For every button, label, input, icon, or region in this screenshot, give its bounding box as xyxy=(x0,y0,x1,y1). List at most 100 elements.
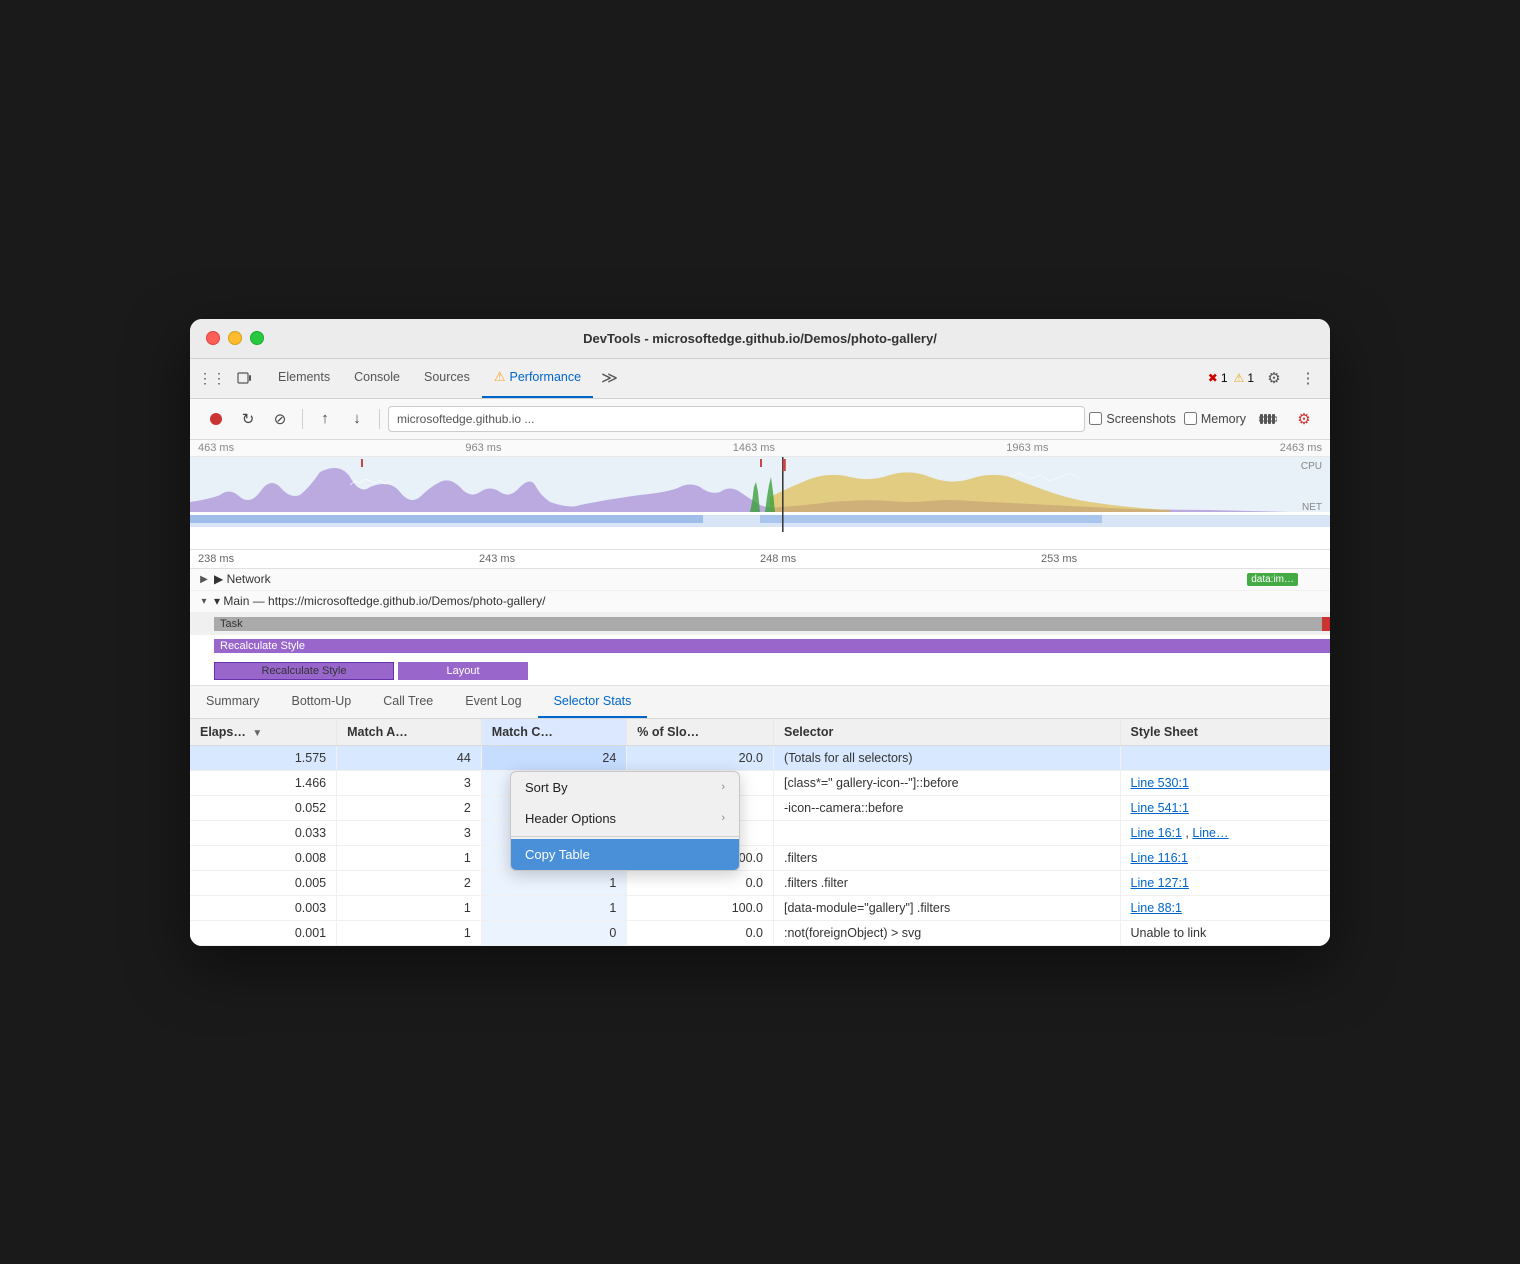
tab-sources[interactable]: Sources xyxy=(412,359,482,398)
separator xyxy=(302,409,303,429)
main-label: ▾ Main — https://microsoftedge.github.io… xyxy=(214,594,546,608)
table-container: Elaps… ▼ Match A… Match C… % of Slo… xyxy=(190,719,1330,946)
ruler-mark-1: 463 ms xyxy=(198,442,234,454)
reload-button[interactable]: ↻ xyxy=(234,405,262,433)
tab-bottom-up[interactable]: Bottom-Up xyxy=(275,686,367,718)
cell-selector xyxy=(774,820,1121,845)
timeline-area: 463 ms 963 ms 1463 ms 1963 ms 2463 ms xyxy=(190,440,1330,550)
ms-mark-4: 253 ms xyxy=(1041,553,1077,565)
data-img-badge: data:im… xyxy=(1247,573,1298,586)
bottom-tabs: Summary Bottom-Up Call Tree Event Log Se… xyxy=(190,686,1330,719)
header-match-c[interactable]: Match C… xyxy=(481,719,627,746)
device-icon[interactable] xyxy=(230,364,258,392)
title-bar: DevTools - microsoftedge.github.io/Demos… xyxy=(190,319,1330,359)
ms-mark-3: 248 ms xyxy=(760,553,796,565)
separator2 xyxy=(379,409,380,429)
upload-button[interactable]: ↑ xyxy=(311,405,339,433)
flame-chart: ▶ ▶ Network data:im… ▾ ▾ Main — https://… xyxy=(190,569,1330,686)
header-selector[interactable]: Selector xyxy=(774,719,1121,746)
memory-checkbox[interactable]: Memory xyxy=(1184,412,1246,426)
inner-bars-row: Recalculate Style Layout xyxy=(190,657,1330,685)
cell-match-c: 1 xyxy=(481,870,627,895)
record-button[interactable] xyxy=(202,405,230,433)
tab-bar-left: ⋮⋮ xyxy=(198,364,258,392)
table-row[interactable]: 0.052 2 -icon--camera::before Line 541:1 xyxy=(190,795,1330,820)
header-match-a[interactable]: Match A… xyxy=(337,719,482,746)
table-row[interactable]: 1.575 44 24 20.0 (Totals for all selecto… xyxy=(190,745,1330,770)
tab-call-tree[interactable]: Call Tree xyxy=(367,686,449,718)
table-row[interactable]: 0.001 1 0 0.0 :not(foreignObject) > svg … xyxy=(190,920,1330,945)
tab-performance[interactable]: ⚠ Performance xyxy=(482,359,593,398)
tab-console[interactable]: Console xyxy=(342,359,412,398)
table-row[interactable]: 1.466 3 [class*=" gallery-icon--"]::befo… xyxy=(190,770,1330,795)
cell-match-a: 2 xyxy=(337,870,482,895)
cell-stylesheet: Unable to link xyxy=(1120,920,1330,945)
download-button[interactable]: ↓ xyxy=(343,405,371,433)
cell-selector: .filters xyxy=(774,845,1121,870)
network-expand-icon[interactable]: ▶ xyxy=(198,573,210,585)
tab-more-button[interactable]: ≫ xyxy=(593,359,626,398)
table-row[interactable]: 0.005 2 1 0.0 .filters .filter Line 127:… xyxy=(190,870,1330,895)
cell-selector: (Totals for all selectors) xyxy=(774,745,1121,770)
inner-layout-bar: Layout xyxy=(398,662,528,680)
header-pct[interactable]: % of Slo… xyxy=(627,719,774,746)
minimize-button[interactable] xyxy=(228,331,242,345)
clear-button[interactable]: ⊘ xyxy=(266,405,294,433)
cell-stylesheet: Line 541:1 xyxy=(1120,795,1330,820)
context-menu: Sort By › Header Options › Copy Table xyxy=(510,771,740,871)
selector-stats-table: Elaps… ▼ Match A… Match C… % of Slo… xyxy=(190,719,1330,946)
table-row[interactable]: 0.003 1 1 100.0 [data-module="gallery"] … xyxy=(190,895,1330,920)
cell-stylesheet xyxy=(1120,745,1330,770)
task-bar-overflow xyxy=(1322,617,1330,631)
main-expand-icon[interactable]: ▾ xyxy=(198,595,210,607)
table-row[interactable]: 0.008 1 1 100.0 .filters Line 116:1 xyxy=(190,845,1330,870)
recalc-style-row: Recalculate Style xyxy=(190,635,1330,657)
traffic-lights xyxy=(206,331,264,345)
table-row[interactable]: 0.033 3 Line 16:1 , Line… xyxy=(190,820,1330,845)
cell-match-a: 2 xyxy=(337,795,482,820)
tab-summary[interactable]: Summary xyxy=(190,686,275,718)
cell-stylesheet: Line 16:1 , Line… xyxy=(1120,820,1330,845)
cell-match-c: 1 xyxy=(481,895,627,920)
inspect-icon[interactable]: ⋮⋮ xyxy=(198,364,226,392)
tab-selector-stats[interactable]: Selector Stats xyxy=(538,686,648,718)
ctx-header-arrow: › xyxy=(721,812,725,824)
ctx-copy-table[interactable]: Copy Table xyxy=(511,839,739,870)
url-display: microsoftedge.github.io ... xyxy=(388,406,1085,432)
cell-pct: 0.0 xyxy=(627,920,774,945)
settings-perf-button[interactable]: ⚙ xyxy=(1290,405,1318,433)
timeline-chart[interactable]: CPU NET xyxy=(190,457,1330,532)
more-options-button[interactable]: ⋮ xyxy=(1294,364,1322,392)
task-row: Task xyxy=(190,613,1330,635)
cell-selector: .filters .filter xyxy=(774,870,1121,895)
tab-elements[interactable]: Elements xyxy=(266,359,342,398)
warning-icon: ⚠ xyxy=(494,369,506,385)
error-badge-yellow: ⚠ 1 xyxy=(1234,371,1254,385)
tabs: Elements Console Sources ⚠ Performance ≫ xyxy=(266,359,1208,398)
close-button[interactable] xyxy=(206,331,220,345)
bottom-panel: Summary Bottom-Up Call Tree Event Log Se… xyxy=(190,686,1330,946)
cell-elapsed: 0.001 xyxy=(190,920,337,945)
network-label: ▶ Network xyxy=(214,572,271,586)
tab-event-log[interactable]: Event Log xyxy=(449,686,537,718)
maximize-button[interactable] xyxy=(250,331,264,345)
ruler-mark-3: 1463 ms xyxy=(733,442,775,454)
table-header-row: Elaps… ▼ Match A… Match C… % of Slo… xyxy=(190,719,1330,746)
screenshots-checkbox[interactable]: Screenshots xyxy=(1089,412,1175,426)
ms-marks-row: 238 ms 243 ms 248 ms 253 ms xyxy=(190,550,1330,569)
task-bar: Task xyxy=(214,617,1330,631)
cell-stylesheet: Line 530:1 xyxy=(1120,770,1330,795)
ctx-separator xyxy=(511,836,739,837)
sort-icon: ▼ xyxy=(252,728,262,739)
memory-icon[interactable] xyxy=(1254,405,1282,433)
cell-match-c: 0 xyxy=(481,920,627,945)
ctx-sort-by[interactable]: Sort By › xyxy=(511,772,739,803)
ctx-header-options[interactable]: Header Options › xyxy=(511,803,739,834)
cell-elapsed: 0.005 xyxy=(190,870,337,895)
header-stylesheet[interactable]: Style Sheet xyxy=(1120,719,1330,746)
header-elapsed[interactable]: Elaps… ▼ xyxy=(190,719,337,746)
inner-recalc-bar: Recalculate Style xyxy=(214,662,394,680)
settings-button[interactable]: ⚙ xyxy=(1260,364,1288,392)
network-flame-row: ▶ ▶ Network data:im… xyxy=(190,569,1330,591)
net-label: NET xyxy=(1301,502,1322,513)
